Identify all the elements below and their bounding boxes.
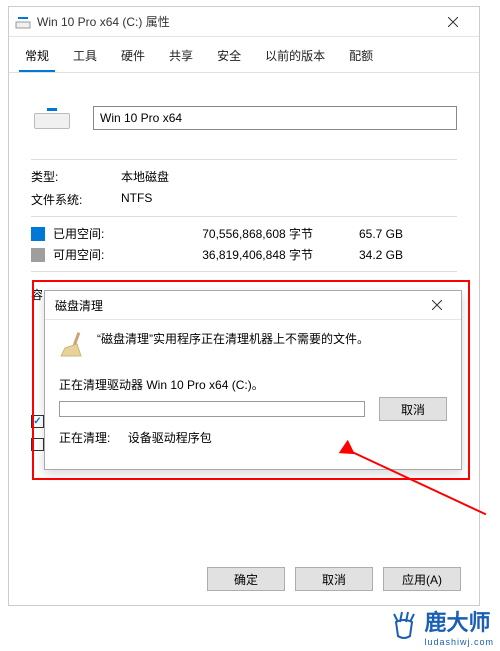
free-bytes: 36,819,406,848 字节 [143,246,313,263]
drive-name-input[interactable] [93,106,457,130]
type-value: 本地磁盘 [121,168,169,185]
close-icon [432,300,442,310]
dialog-body: “磁盘清理”实用程序正在清理机器上不需要的文件。 正在清理驱动器 Win 10 … [45,319,461,456]
tab-quota[interactable]: 配额 [343,43,379,72]
drive-name-row [31,97,457,139]
tab-general[interactable]: 常规 [19,43,55,72]
watermark-name: 鹿大师 [424,610,490,635]
dialog-message-row: “磁盘清理”实用程序正在清理机器上不需要的文件。 [59,330,447,358]
free-swatch [31,248,45,262]
filesystem-row: 文件系统: NTFS [31,191,457,208]
disk-cleanup-dialog: 磁盘清理 “磁盘清理”实用程序正在清理机器上不需要的文件。 正在清理驱动器 Wi… [44,290,462,470]
window-close-button[interactable] [433,8,473,36]
apply-button[interactable]: 应用(A) [383,567,461,591]
dialog-titlebar: 磁盘清理 [45,291,461,319]
tab-sharing[interactable]: 共享 [163,43,199,72]
window-title: Win 10 Pro x64 (C:) 属性 [37,13,433,30]
cancel-button[interactable]: 取消 [295,567,373,591]
fs-value: NTFS [121,191,152,208]
drive-icon [15,14,31,30]
watermark: 鹿大师 ludashiwj.com [388,605,494,647]
status-value: 设备驱动程序包 [128,431,212,445]
close-icon [448,17,458,27]
used-label: 已用空间: [53,225,143,242]
ok-button[interactable]: 确定 [207,567,285,591]
free-space-row: 可用空间: 36,819,406,848 字节 34.2 GB [31,246,457,263]
status-label: 正在清理: [59,431,110,445]
used-space-row: 已用空间: 70,556,868,608 字节 65.7 GB [31,225,457,242]
tab-hardware[interactable]: 硬件 [115,43,151,72]
titlebar: Win 10 Pro x64 (C:) 属性 [9,7,479,37]
progress-line-text: 正在清理驱动器 Win 10 Pro x64 (C:)。 [59,376,447,393]
dialog-cancel-button[interactable]: 取消 [379,397,447,421]
dialog-close-button[interactable] [419,297,455,313]
progress-bar [59,401,365,417]
used-swatch [31,227,45,241]
broom-icon [59,330,87,358]
tab-tools[interactable]: 工具 [67,43,103,72]
fs-label: 文件系统: [31,191,121,208]
tab-previous-versions[interactable]: 以前的版本 [259,43,331,72]
tab-strip: 常规 工具 硬件 共享 安全 以前的版本 配额 [9,37,479,72]
type-label: 类型: [31,168,121,185]
capacity-label: 容 [31,286,43,303]
dialog-message: “磁盘清理”实用程序正在清理机器上不需要的文件。 [97,330,369,347]
dialog-progress-section: 正在清理驱动器 Win 10 Pro x64 (C:)。 取消 [59,376,447,421]
dialog-buttons: 确定 取消 应用(A) [207,567,461,591]
tab-security[interactable]: 安全 [211,43,247,72]
deer-icon [388,610,420,642]
used-gb: 65.7 GB [313,227,403,241]
used-bytes: 70,556,868,608 字节 [143,225,313,242]
drive-large-icon [31,97,73,139]
free-gb: 34.2 GB [313,248,403,262]
index-checkbox[interactable] [31,438,44,451]
compress-checkbox[interactable] [31,415,44,428]
drive-type-row: 类型: 本地磁盘 [31,168,457,185]
free-label: 可用空间: [53,246,143,263]
watermark-url: ludashiwj.com [424,637,494,647]
dialog-status-row: 正在清理: 设备驱动程序包 [59,429,447,446]
dialog-title: 磁盘清理 [51,297,419,314]
